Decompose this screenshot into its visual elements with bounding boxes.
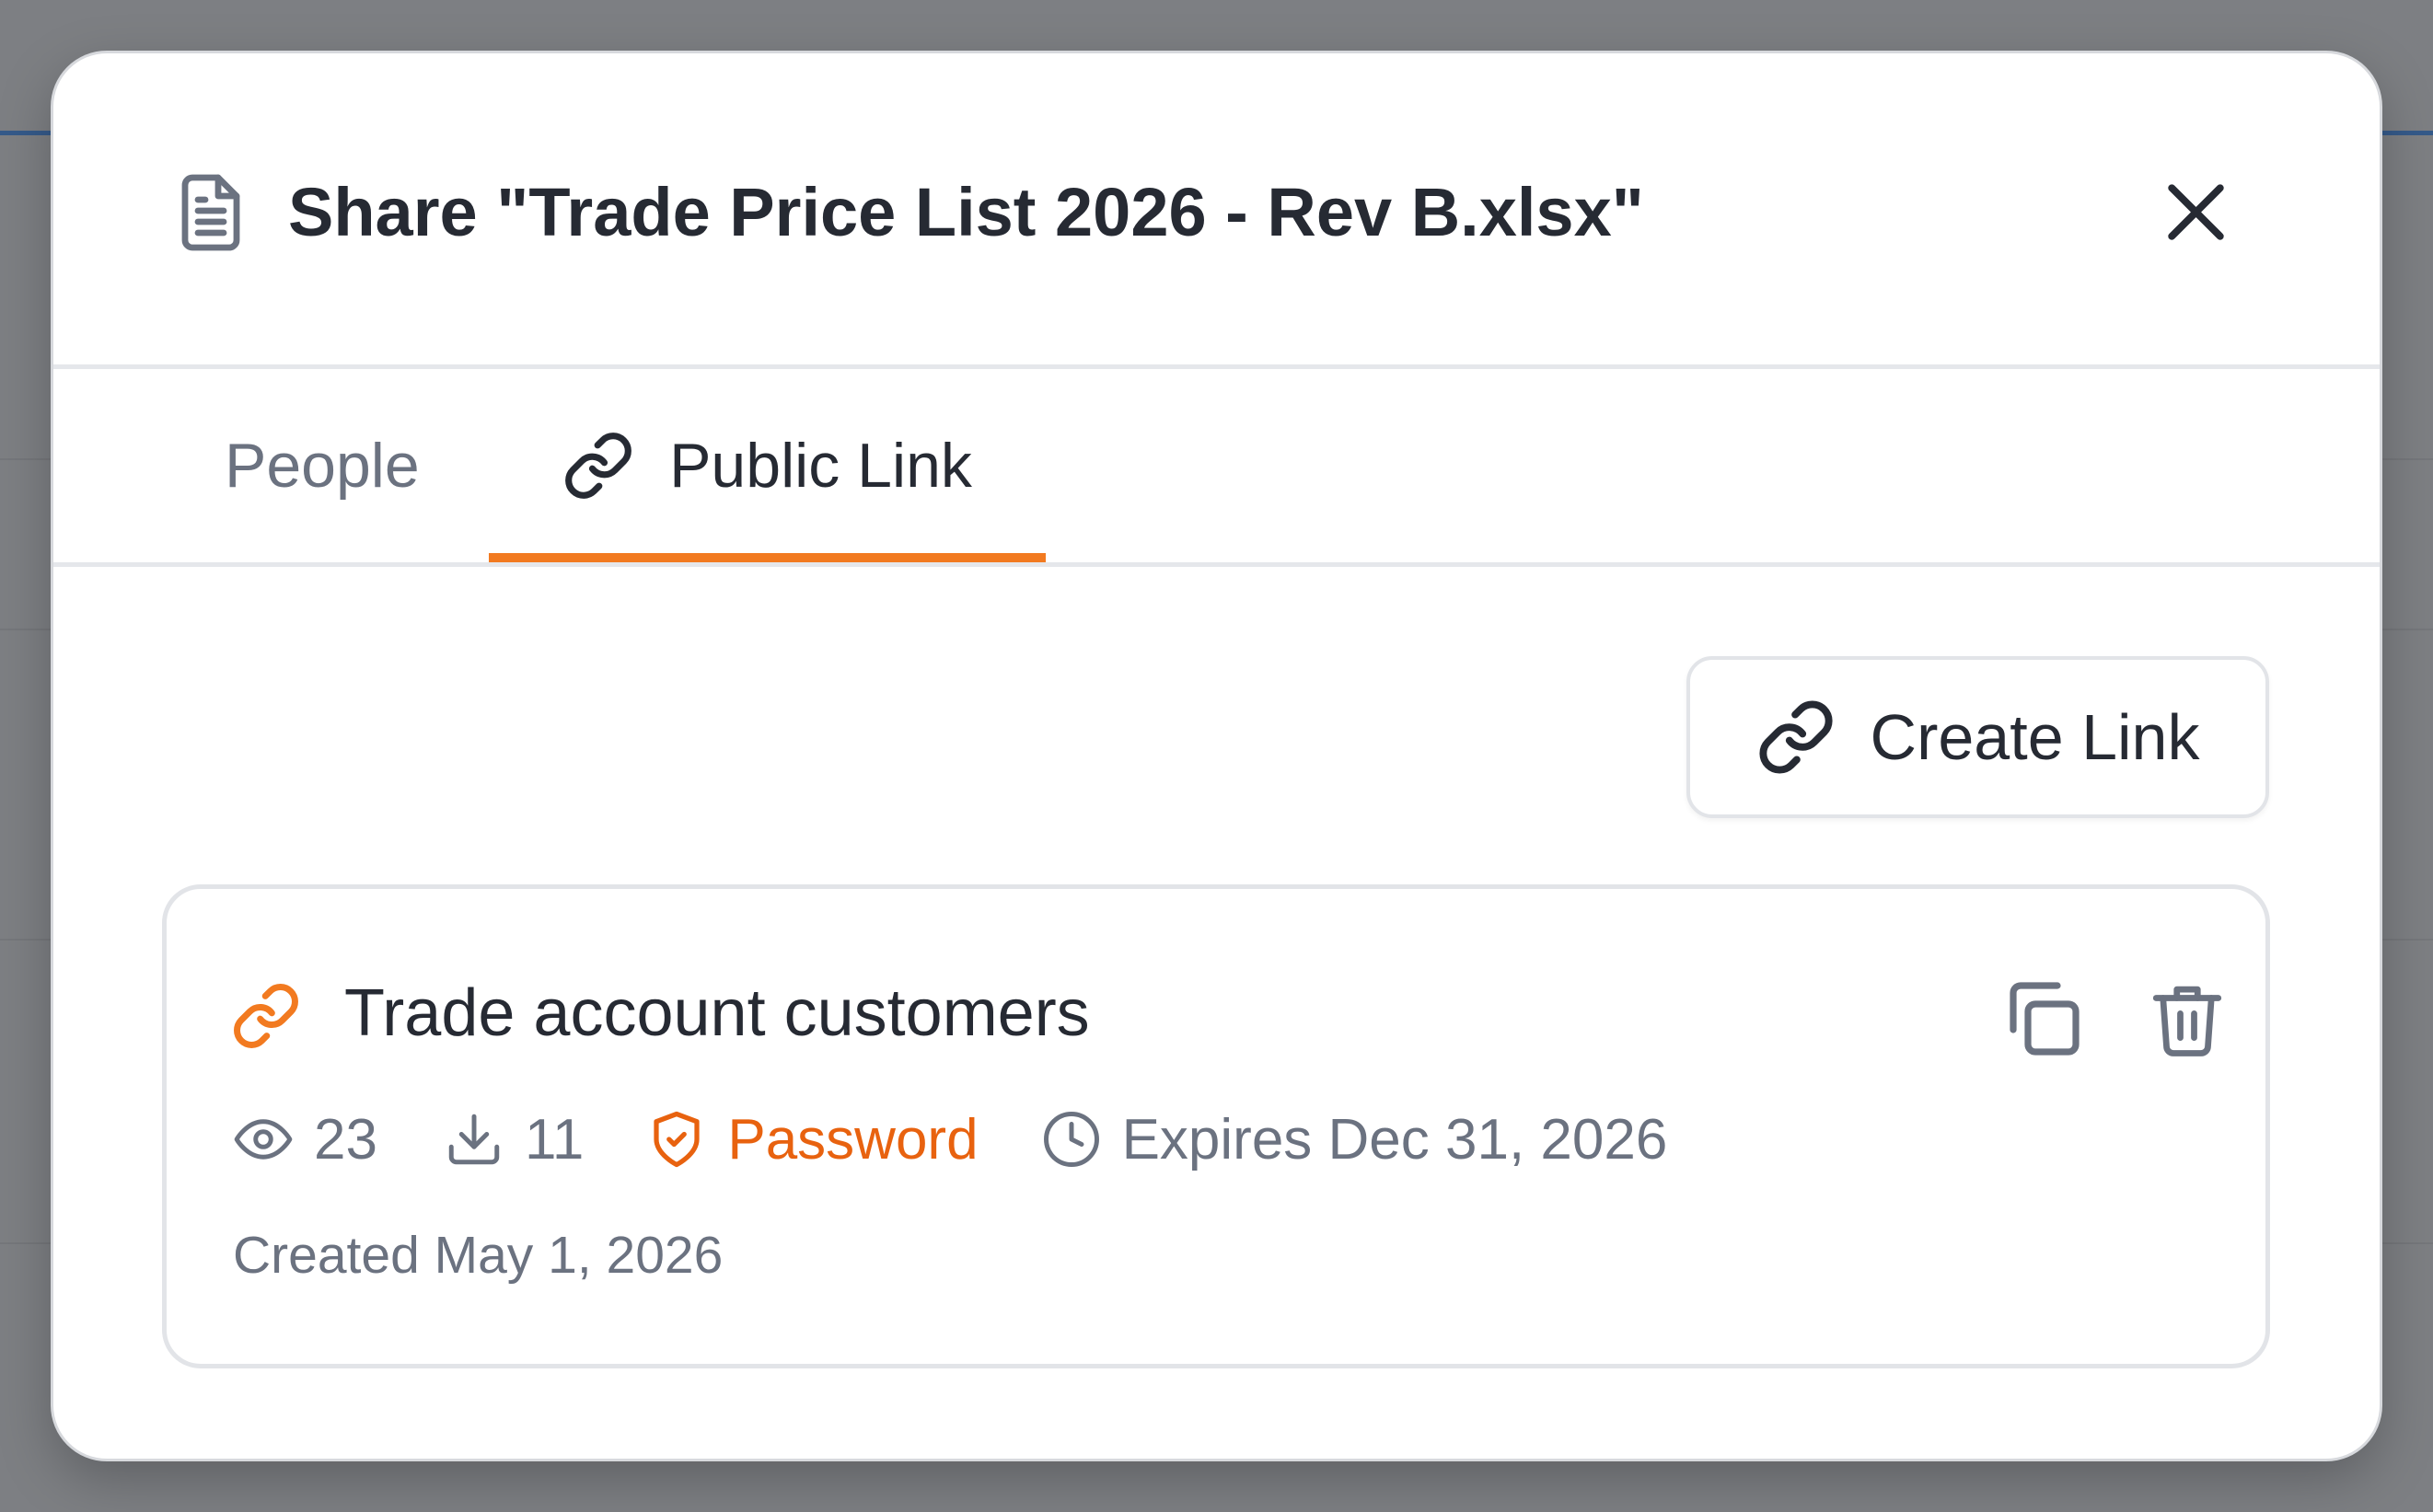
- link-stats: 23 11 Password Expires Dec 31, 2026: [233, 1093, 1667, 1185]
- create-link-button[interactable]: Create Link: [1686, 656, 2269, 818]
- password-badge: Password: [646, 1107, 979, 1172]
- link-icon: [234, 984, 298, 1048]
- tab-people[interactable]: People: [191, 369, 495, 562]
- tab-bar: People Public Link: [53, 369, 2380, 567]
- tab-people-label: People: [225, 431, 420, 501]
- downloads-count: 11: [524, 1107, 585, 1172]
- link-icon: [1758, 700, 1833, 774]
- active-tab-indicator: [489, 553, 1046, 562]
- shield-check-icon: [654, 1111, 700, 1168]
- copy-icon[interactable]: [1999, 975, 2087, 1063]
- views-count: 23: [314, 1107, 377, 1172]
- created-date: Created May 1, 2026: [233, 1226, 724, 1285]
- link-name: Trade account customers: [344, 976, 1090, 1050]
- expiry-label: Expires Dec 31, 2026: [1121, 1107, 1668, 1172]
- views-stat: 23: [233, 1107, 377, 1172]
- document-icon: [181, 174, 240, 251]
- public-link-card: Trade account customers 23 11 Password E…: [162, 884, 2270, 1368]
- download-icon: [448, 1114, 500, 1165]
- downloads-stat: 11: [444, 1107, 584, 1172]
- dialog-title: Share "Trade Price List 2026 - Rev B.xls…: [288, 174, 1644, 250]
- trash-icon[interactable]: [2146, 975, 2229, 1063]
- close-icon[interactable]: [2148, 164, 2244, 260]
- create-link-label: Create Link: [1870, 701, 2200, 773]
- clock-icon: [1043, 1112, 1099, 1167]
- dialog-header: Share "Trade Price List 2026 - Rev B.xls…: [53, 53, 2380, 369]
- password-label: Password: [727, 1107, 979, 1172]
- tab-public-link[interactable]: Public Link: [489, 369, 1046, 562]
- tab-public-link-label: Public Link: [669, 431, 972, 501]
- link-icon: [565, 433, 631, 499]
- expiry-info: Expires Dec 31, 2026: [1041, 1107, 1668, 1172]
- eye-icon: [234, 1119, 293, 1160]
- share-dialog: Share "Trade Price List 2026 - Rev B.xls…: [53, 53, 2380, 1459]
